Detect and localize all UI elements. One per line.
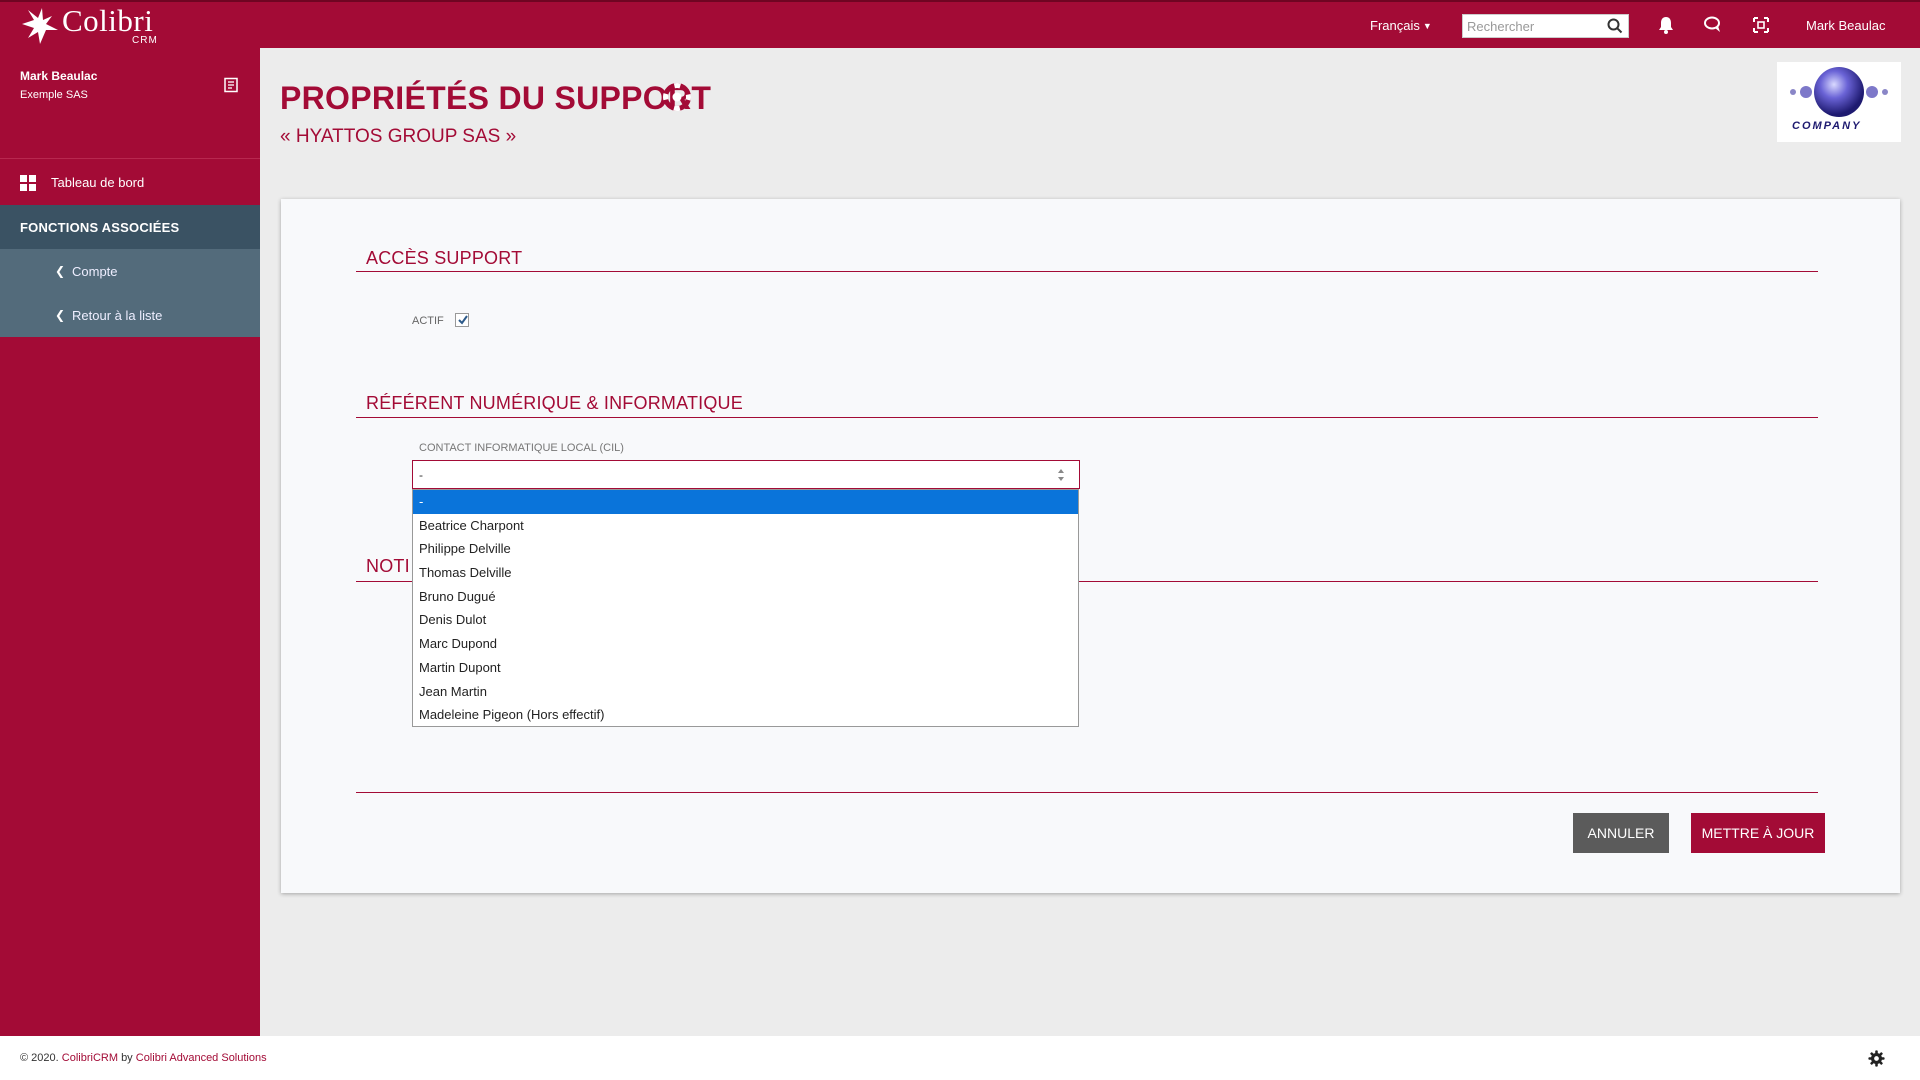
dropdown-option[interactable]: Jean Martin <box>413 680 1078 704</box>
dropdown-option[interactable]: Bruno Dugué <box>413 585 1078 609</box>
sidebar-user: Mark Beaulac Exemple SAS <box>20 69 97 101</box>
footer-prefix: © 2020. <box>20 1052 59 1064</box>
checkmark-icon <box>458 315 468 325</box>
cancel-button[interactable]: ANNULER <box>1573 813 1669 853</box>
sidebar-company-name: Exemple SAS <box>20 89 88 101</box>
sidebar-item-label: Compte <box>72 264 118 279</box>
sidebar-item-compte[interactable]: ❮ Compte <box>0 249 260 293</box>
dropdown-option[interactable]: Madeleine Pigeon (Hors effectif) <box>413 703 1078 727</box>
dropdown-option[interactable]: - <box>413 490 1078 514</box>
actif-checkbox[interactable] <box>455 313 469 327</box>
bell-icon[interactable] <box>1656 15 1676 35</box>
footer: © 2020. ColibriCRM by Colibri Advanced S… <box>0 1036 1920 1080</box>
section-divider <box>356 417 1818 418</box>
dropdown-option[interactable]: Philippe Delville <box>413 537 1078 561</box>
dropdown-option[interactable]: Denis Dulot <box>413 608 1078 632</box>
dropdown-option[interactable]: Marc Dupond <box>413 632 1078 656</box>
section-title-notifications: NOTI <box>366 556 410 576</box>
language-selector[interactable]: Français ▼ <box>1370 18 1432 33</box>
chevron-left-icon: ❮ <box>55 264 66 278</box>
section-title-support-access: ACCÈS SUPPORT <box>366 248 523 268</box>
update-button[interactable]: METTRE À JOUR <box>1691 813 1825 853</box>
actif-label: ACTIF <box>412 315 444 327</box>
footer-vendor-link[interactable]: Colibri Advanced Solutions <box>136 1052 267 1064</box>
chevron-left-icon: ❮ <box>55 308 66 322</box>
user-menu[interactable]: Mark Beaulac <box>1806 18 1885 33</box>
section-title-digital-referent: RÉFÉRENT NUMÉRIQUE & INFORMATIQUE <box>366 393 743 413</box>
cil-selected-value: - <box>419 468 423 482</box>
sidebar-section-label: FONCTIONS ASSOCIÉES <box>20 220 180 235</box>
sidebar-section-header: FONCTIONS ASSOCIÉES <box>0 205 260 249</box>
dropdown-option[interactable]: Beatrice Charpont <box>413 514 1078 538</box>
fullscreen-icon[interactable] <box>1751 15 1771 35</box>
lifebuoy-icon <box>663 83 691 111</box>
hummingbird-icon <box>22 8 58 44</box>
top-bar: Colibri CRM Français▼ Mark Beaulac <box>0 0 1920 48</box>
cil-field-label: CONTACT INFORMATIQUE LOCAL (CIL) <box>419 442 624 454</box>
footer-by: by <box>121 1052 133 1064</box>
page-title: PROPRIÉTÉS DU SUPPORT <box>280 80 712 116</box>
sidebar-item-dashboard[interactable]: Tableau de bord <box>0 158 260 204</box>
footer-product-link[interactable]: ColibriCRM <box>62 1052 118 1064</box>
form-panel: ACCÈS SUPPORT ACTIF RÉFÉRENT NUMÉRIQUE &… <box>281 199 1900 893</box>
dropdown-option[interactable]: Thomas Delville <box>413 561 1078 585</box>
company-logo-text: COMPANY <box>1792 120 1862 132</box>
dropdown-option[interactable]: Martin Dupont <box>413 656 1078 680</box>
sidebar-user-name: Mark Beaulac <box>20 69 98 83</box>
select-arrows-icon <box>1058 469 1064 481</box>
gear-icon[interactable] <box>1868 1050 1885 1067</box>
footer-copyright: © 2020. ColibriCRM by Colibri Advanced S… <box>20 1052 267 1064</box>
language-label: Français <box>1370 18 1420 33</box>
app-logo[interactable]: Colibri CRM <box>18 3 163 48</box>
logo-subtext: CRM <box>132 35 158 46</box>
page-subtitle: « HYATTOS GROUP SAS » <box>280 126 517 147</box>
cil-dropdown-list: - Beatrice Charpont Philippe Delville Th… <box>412 489 1079 727</box>
search-icon[interactable] <box>1607 18 1623 34</box>
search-input[interactable] <box>1463 15 1603 37</box>
section-divider <box>356 271 1818 272</box>
sidebar: Mark Beaulac Exemple SAS Tableau de bord… <box>0 48 260 1036</box>
dashboard-grid-icon <box>20 175 36 191</box>
chevron-down-icon: ▼ <box>1422 21 1432 31</box>
company-logo: COMPANY <box>1777 62 1901 142</box>
chat-icon[interactable] <box>1703 15 1723 35</box>
sidebar-item-label: Retour à la liste <box>72 308 163 323</box>
sidebar-item-back-to-list[interactable]: ❮ Retour à la liste <box>0 293 260 337</box>
search-box[interactable] <box>1462 14 1629 38</box>
cil-select[interactable]: - <box>412 460 1080 489</box>
form-footer-divider <box>356 792 1818 793</box>
edit-profile-icon[interactable] <box>223 77 239 93</box>
logo-text: Colibri <box>62 3 154 38</box>
sidebar-item-label: Tableau de bord <box>51 175 145 190</box>
